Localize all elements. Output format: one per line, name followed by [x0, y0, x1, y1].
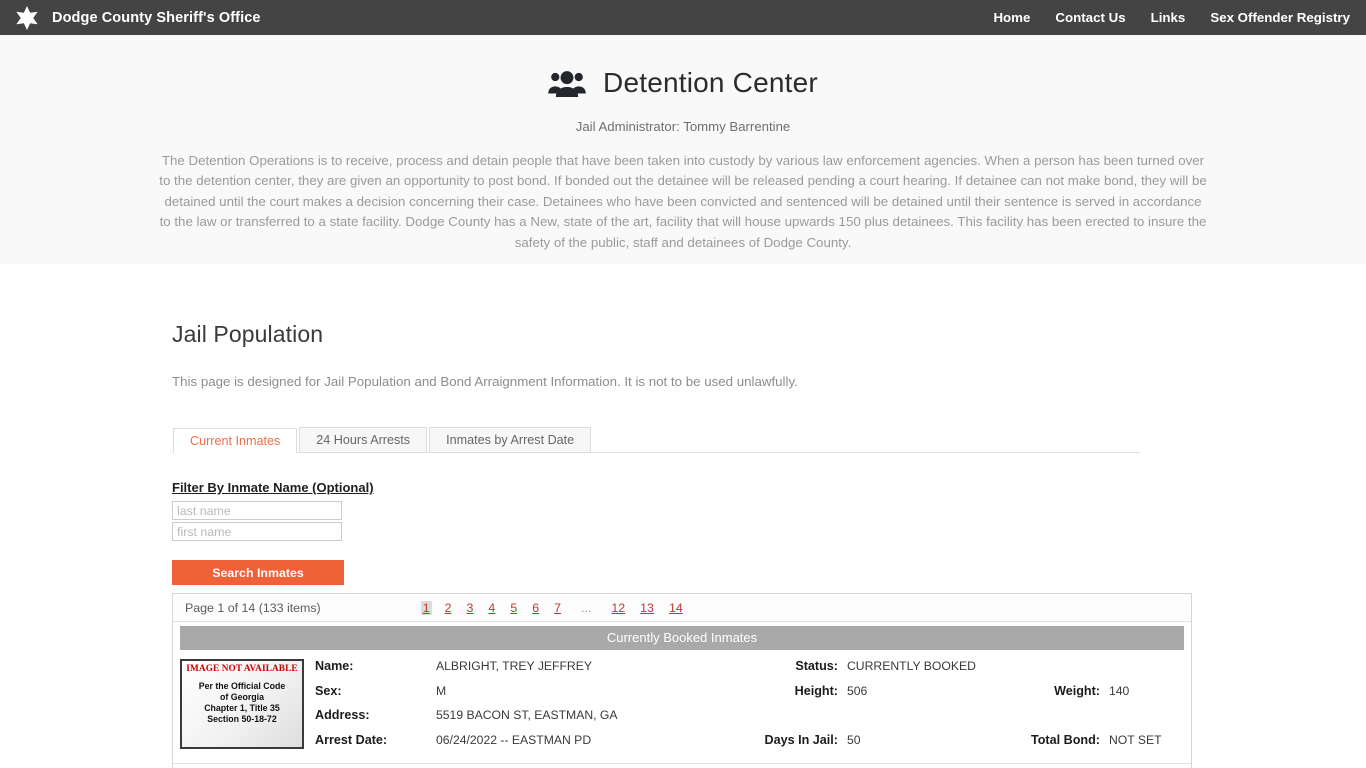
nav-link-links[interactable]: Links [1151, 10, 1186, 25]
page-link-1[interactable]: 1 [421, 601, 432, 615]
days-in-jail-value: 50 [838, 733, 1018, 747]
sex-label: Sex: [315, 684, 428, 698]
tab-24-hours-arrests[interactable]: 24 Hours Arrests [299, 427, 427, 452]
page-link-7[interactable]: 7 [552, 601, 563, 615]
jail-administrator: Jail Administrator: Tommy Barrentine [0, 119, 1366, 134]
hero-section: Detention Center Jail Administrator: Tom… [0, 35, 1366, 264]
inmate-photo-placeholder: IMAGE NOT AVAILABLE Per the Official Cod… [180, 659, 304, 749]
field-row-address: Address: 5519 BACON ST, EASTMAN, GA [315, 708, 1191, 733]
hero-title-text: Detention Center [603, 67, 818, 99]
sheriff-star-icon [14, 5, 40, 31]
nav-link-home[interactable]: Home [993, 10, 1030, 25]
tab-current-inmates[interactable]: Current Inmates [173, 428, 297, 453]
page-link-13[interactable]: 13 [638, 601, 656, 615]
pagination-links: 1 2 3 4 5 6 7 ... 12 13 14 [421, 601, 685, 615]
total-bond-label: Total Bond: [1018, 733, 1100, 747]
nav-link-contact-us[interactable]: Contact Us [1055, 10, 1125, 25]
inmate-fields: Name: ALBRIGHT, TREY JEFFREY Status: CUR… [304, 659, 1191, 757]
mug-note-line-3: Chapter 1, Title 35 [182, 703, 302, 714]
page-link-5[interactable]: 5 [508, 601, 519, 615]
field-row-arrest-days-bond: Arrest Date: 06/24/2022 -- EASTMAN PD Da… [315, 733, 1191, 758]
people-group-icon [548, 70, 586, 97]
height-value: 506 [838, 684, 1018, 698]
weight-value: 140 [1100, 684, 1129, 698]
page-link-12[interactable]: 12 [609, 601, 627, 615]
nav-link-sex-offender-registry[interactable]: Sex Offender Registry [1210, 10, 1350, 25]
days-in-jail-label: Days In Jail: [738, 733, 838, 747]
page-link-4[interactable]: 4 [486, 601, 497, 615]
pagination-bar: Page 1 of 14 (133 items) 1 2 3 4 5 6 7 .… [173, 594, 1191, 622]
main-content: Jail Population This page is designed fo… [0, 264, 1366, 768]
page-link-6[interactable]: 6 [530, 601, 541, 615]
status-value: CURRENTLY BOOKED [838, 659, 1018, 673]
page-link-2[interactable]: 2 [443, 601, 454, 615]
arrest-date-value: 06/24/2022 -- EASTMAN PD [428, 733, 738, 747]
name-label: Name: [315, 659, 428, 673]
page-title: Jail Population [172, 321, 1192, 348]
weight-label: Weight: [1018, 684, 1100, 698]
mug-note-line-2: of Georgia [182, 692, 302, 703]
field-row-sex-height-weight: Sex: M Height: 506 Weight: 140 [315, 684, 1191, 709]
pagination-ellipsis: ... [574, 601, 598, 615]
total-bond-value: NOT SET [1100, 733, 1162, 747]
brand[interactable]: Dodge County Sheriff's Office [14, 5, 261, 31]
page-description: This page is designed for Jail Populatio… [172, 374, 1192, 389]
tab-bar: Current Inmates 24 Hours Arrests Inmates… [172, 428, 1140, 453]
address-value: 5519 BACON ST, EASTMAN, GA [428, 708, 738, 722]
sex-value: M [428, 684, 738, 698]
arrest-date-label: Arrest Date: [315, 733, 428, 747]
page-heading: Detention Center [0, 67, 1366, 99]
field-row-name-status: Name: ALBRIGHT, TREY JEFFREY Status: CUR… [315, 659, 1191, 684]
tab-inmates-by-arrest-date[interactable]: Inmates by Arrest Date [429, 427, 591, 452]
mug-note-line-1: Per the Official Code [182, 681, 302, 692]
inmate-record: IMAGE NOT AVAILABLE Per the Official Cod… [173, 650, 1191, 764]
search-inmates-button[interactable]: Search Inmates [172, 560, 344, 585]
page-link-3[interactable]: 3 [465, 601, 476, 615]
mug-note-line-4: Section 50-18-72 [182, 714, 302, 725]
first-name-input[interactable] [172, 522, 342, 541]
pagination-summary: Page 1 of 14 (133 items) [185, 601, 321, 615]
results-banner: Currently Booked Inmates [180, 626, 1184, 650]
status-label: Status: [738, 659, 838, 673]
nav-links: Home Contact Us Links Sex Offender Regis… [993, 10, 1350, 25]
height-label: Height: [738, 684, 838, 698]
address-label: Address: [315, 708, 428, 722]
name-value: ALBRIGHT, TREY JEFFREY [428, 659, 738, 673]
page-link-14[interactable]: 14 [667, 601, 685, 615]
filter-label: Filter By Inmate Name (Optional) [172, 480, 1192, 495]
image-not-available-heading: IMAGE NOT AVAILABLE [182, 664, 302, 674]
top-navbar: Dodge County Sheriff's Office Home Conta… [0, 0, 1366, 35]
results-panel: Page 1 of 14 (133 items) 1 2 3 4 5 6 7 .… [172, 593, 1192, 768]
last-name-input[interactable] [172, 501, 342, 520]
hero-description: The Detention Operations is to receive, … [158, 151, 1208, 253]
brand-title: Dodge County Sheriff's Office [52, 10, 261, 26]
